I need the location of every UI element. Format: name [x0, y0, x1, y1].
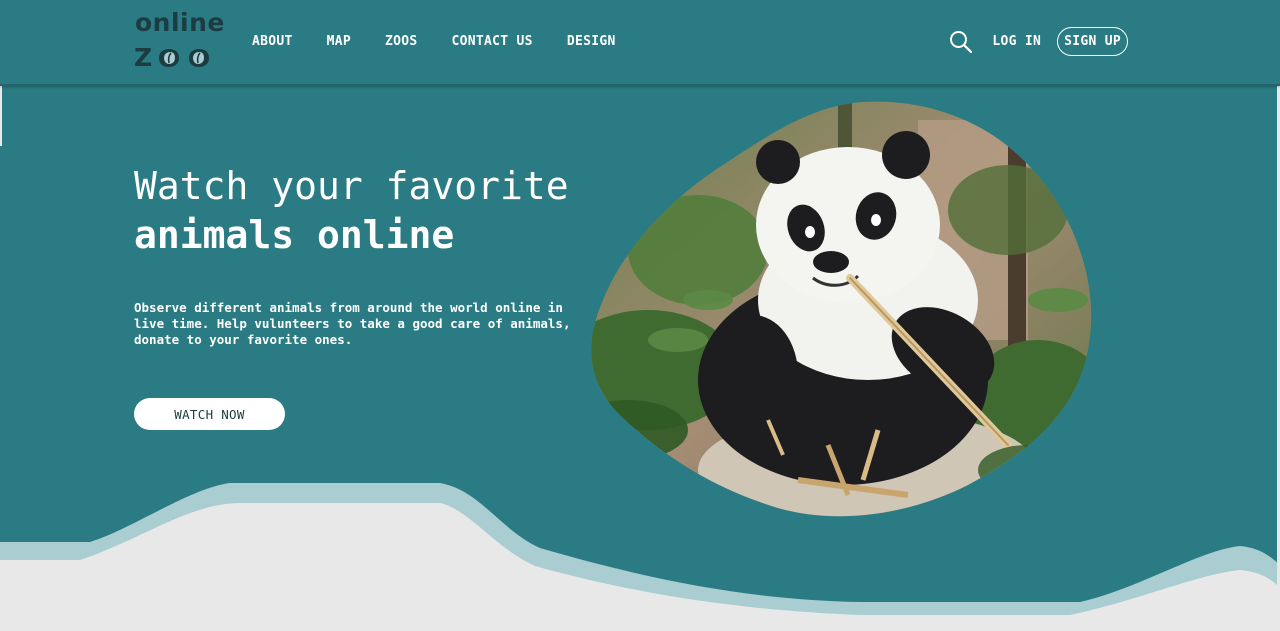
nav-item-contact-us[interactable]: CONTACT US — [452, 34, 533, 49]
main-nav: ABOUT MAP ZOOS CONTACT US DESIGN — [252, 34, 650, 49]
login-link[interactable]: LOG IN — [992, 34, 1041, 49]
nav-item-design[interactable]: DESIGN — [567, 34, 616, 49]
watch-now-button[interactable]: WATCH NOW — [134, 398, 285, 430]
logo[interactable]: online Z — [134, 8, 224, 74]
logo-letter-z: Z — [134, 43, 153, 72]
hero-description: Observe different animals from around th… — [134, 300, 571, 347]
hero-title-line2: animals online — [134, 213, 455, 257]
search-button[interactable] — [948, 29, 974, 55]
hero-panda-image — [588, 100, 1094, 520]
hero-title-line1: Watch your favorite — [134, 164, 569, 208]
header-actions: LOG IN SIGN UP — [948, 27, 1128, 56]
site-header: online Z ABOUT MAP ZOOS CONTACT US DESIG… — [0, 0, 1280, 86]
logo-bottom-row: Z — [134, 44, 212, 72]
hero-title: Watch your favorite animals online — [134, 162, 569, 260]
left-edge-divider — [0, 86, 2, 146]
logo-text-online: online — [135, 8, 225, 37]
signup-button[interactable]: SIGN UP — [1057, 27, 1128, 56]
search-icon — [950, 30, 973, 53]
page: online Z ABOUT MAP ZOOS CONTACT US DESIG… — [0, 0, 1280, 631]
nav-item-zoos[interactable]: ZOOS — [385, 34, 418, 49]
nav-item-map[interactable]: MAP — [327, 34, 351, 49]
nav-item-about[interactable]: ABOUT — [252, 34, 293, 49]
eye-leaf-icon — [189, 49, 210, 67]
eye-leaf-icon — [159, 49, 180, 67]
